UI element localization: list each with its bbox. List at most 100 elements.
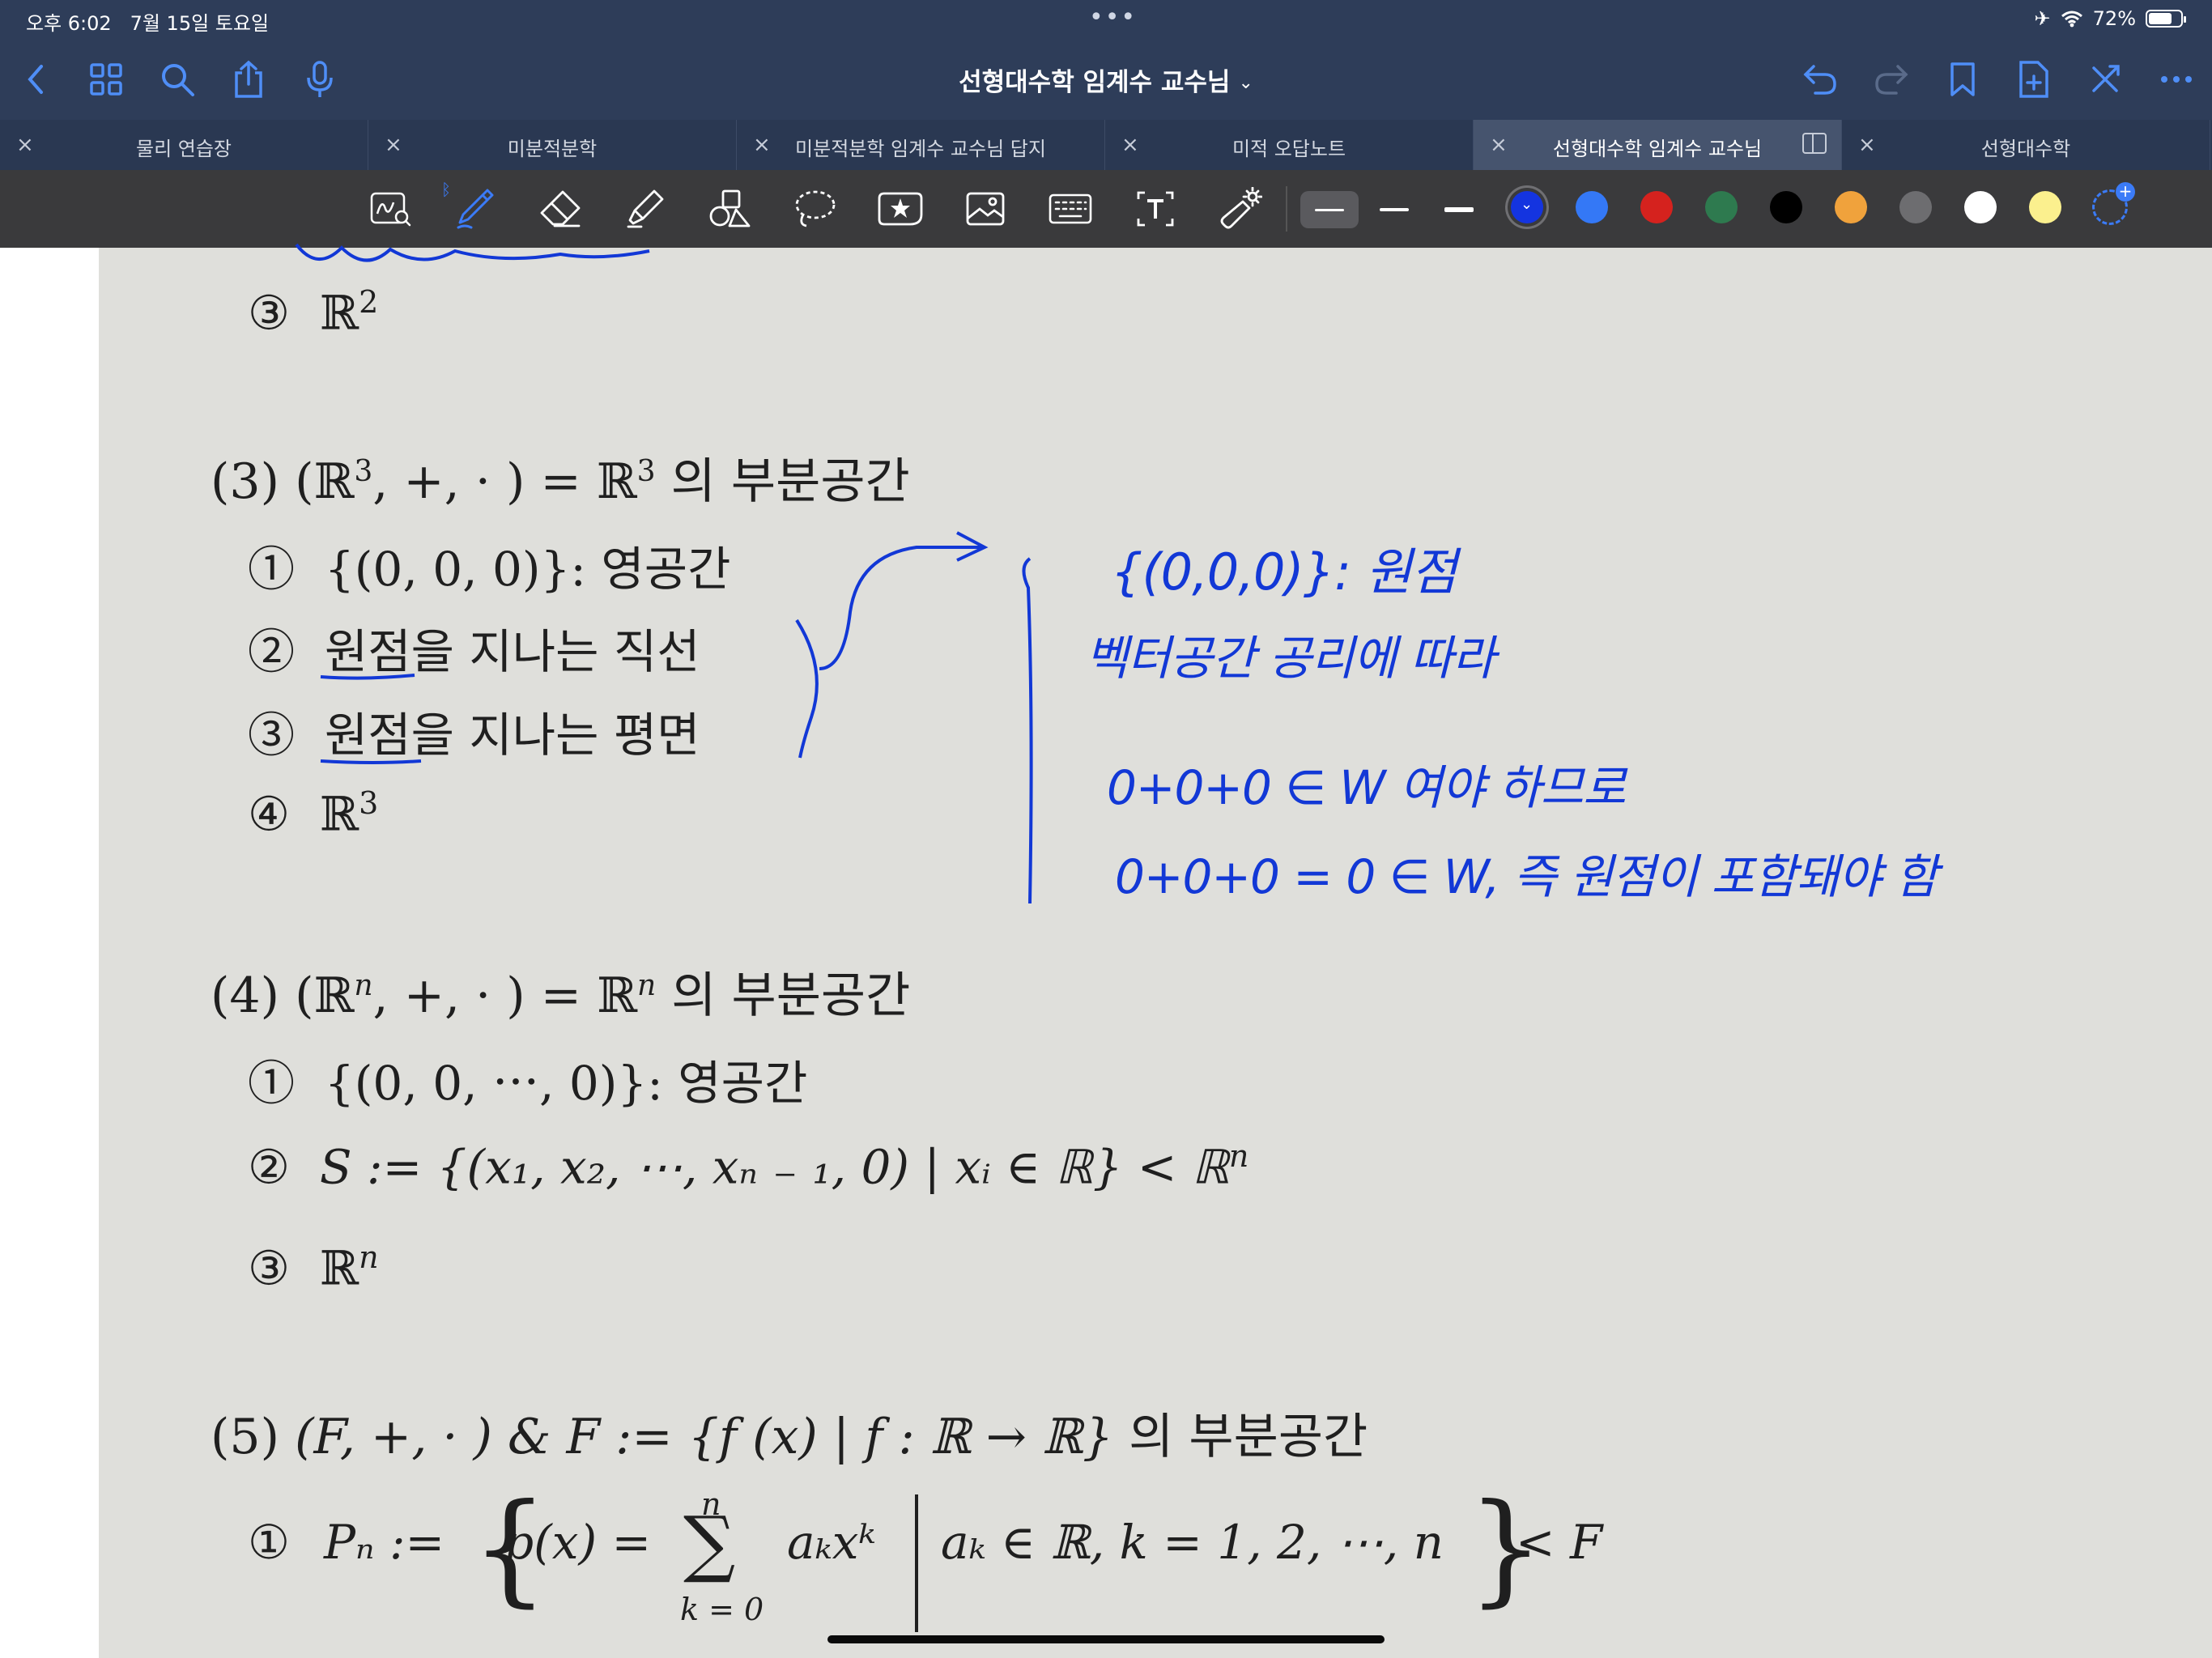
toolbar-divider <box>1286 186 1287 232</box>
battery-percent: 72% <box>2092 7 2136 30</box>
handwriting-underline <box>320 674 415 680</box>
item-number: ④ <box>248 786 290 842</box>
tab-label: 미적 오답노트 <box>1231 138 1346 160</box>
lasso-tool-icon[interactable] <box>791 185 840 233</box>
shape-tool-icon[interactable] <box>706 185 755 233</box>
document-title-button[interactable]: 선형대수학 임계수 교수님 ⌄ <box>959 68 1253 97</box>
section-3-item-3: ③ 원점을 지나는 평면 <box>248 697 700 765</box>
handwriting-note-1: {(0,0,0)}: 원점 <box>1111 542 1457 602</box>
sum-lower-limit: k = 0 <box>680 1592 764 1627</box>
stroke-thick-button[interactable] <box>1430 191 1488 228</box>
text-tool-icon[interactable] <box>1131 185 1180 233</box>
eraser-tool-icon[interactable] <box>536 185 585 233</box>
add-page-icon[interactable] <box>2011 57 2057 102</box>
section-expression: (ℝ <box>295 453 355 510</box>
handwriting-stroke <box>295 243 650 262</box>
bluetooth-icon: ᛒ <box>441 180 451 199</box>
highlighter-tool-icon[interactable] <box>621 185 670 233</box>
color-swatch[interactable] <box>1770 191 1802 223</box>
tab-calculus-wrong-notes[interactable]: × 미적 오답노트 <box>1105 120 1474 170</box>
tab-linear-algebra-professor[interactable]: × 선형대수학 임계수 교수님 <box>1474 120 1842 170</box>
tab-close-icon[interactable]: × <box>1858 133 1876 157</box>
section-3-item-2: ② 원점을 지나는 직선 <box>248 614 700 682</box>
drawing-toolbar: ᛒ <box>0 170 2212 248</box>
bookmark-icon[interactable] <box>1940 57 1985 102</box>
item-number: ③ <box>248 1240 290 1296</box>
tab-close-icon[interactable]: × <box>1490 133 1508 157</box>
chevron-down-icon: ⌄ <box>1238 73 1253 93</box>
image-tool-icon[interactable] <box>961 185 1010 233</box>
color-swatch[interactable] <box>1576 191 1608 223</box>
section-number: (4) <box>211 967 279 1024</box>
item-text: ℝ <box>319 1240 359 1296</box>
handwriting-note-4: 0+0+0 = 0 ∈ W, 즉 원점이 포함돼야 함 <box>1115 849 1938 904</box>
section-3-item-4: ④ ℝ3 <box>248 785 378 841</box>
microphone-icon[interactable] <box>297 57 342 102</box>
status-bar: 오후 6:02 7월 15일 토요일 ••• ✈ 72% <box>0 0 2212 39</box>
tab-close-icon[interactable]: × <box>16 133 34 157</box>
plus-icon: + <box>2116 182 2135 202</box>
color-swatch[interactable] <box>1964 191 1997 223</box>
subspace-relation: < F <box>1516 1515 1603 1570</box>
undo-icon[interactable] <box>1797 57 1843 102</box>
tab-close-icon[interactable]: × <box>1121 133 1139 157</box>
coefficient-condition: aₖ ∈ ℝ, k = 1, 2, ⋯, n <box>941 1515 1444 1570</box>
home-indicator[interactable] <box>827 1635 1385 1643</box>
section-4-heading: (4) (ℝn, +, · ) = ℝn 의 부분공간 <box>211 956 910 1027</box>
add-color-button[interactable]: + <box>2092 182 2135 225</box>
section-number: (5) <box>211 1409 279 1465</box>
note-page[interactable]: ③ ℝ2 (3) (ℝ3, +, · ) = ℝ3 의 부분공간 ① {(0, … <box>99 243 2212 1658</box>
sticker-tool-icon[interactable] <box>876 185 925 233</box>
item-number: ② <box>248 1139 290 1195</box>
share-icon[interactable] <box>226 57 271 102</box>
item-text: S := {(x₁, x₂, ⋯, xₙ ₋ ₁, 0) | xᵢ ∈ ℝ} <… <box>319 1139 1229 1195</box>
status-time: 오후 6:02 7월 15일 토요일 <box>26 7 269 36</box>
section-4-item-2: ② S := {(x₁, x₂, ⋯, xₙ ₋ ₁, 0) | xᵢ ∈ ℝ}… <box>248 1138 1249 1194</box>
tab-close-icon[interactable]: × <box>753 133 771 157</box>
set-divider <box>915 1494 918 1632</box>
tab-label: 선형대수학 <box>1980 138 2071 160</box>
status-indicators: ✈ 72% <box>2034 7 2186 30</box>
date-text: 7월 15일 토요일 <box>130 12 270 35</box>
color-swatch[interactable] <box>1705 191 1738 223</box>
item-text: ℝ <box>319 285 359 341</box>
split-view-icon[interactable] <box>1802 133 1827 154</box>
tab-calculus[interactable]: × 미분적분학 <box>368 120 737 170</box>
color-swatch[interactable] <box>2029 191 2061 223</box>
tab-label: 선형대수학 임계수 교수님 <box>1552 138 1763 160</box>
battery-icon <box>2146 10 2186 28</box>
more-options-icon[interactable] <box>2154 57 2199 102</box>
section-tail: 의 부분공간 <box>670 453 910 510</box>
color-swatch[interactable] <box>1835 191 1867 223</box>
pen-tool-icon[interactable] <box>451 185 500 233</box>
tab-linear-algebra[interactable]: × 선형대수학 <box>1842 120 2210 170</box>
tab-close-icon[interactable]: × <box>385 133 402 157</box>
selected-check-icon: ⌄ <box>1521 196 1534 213</box>
item-number: ② <box>248 624 296 679</box>
stroke-thin-button[interactable] <box>1300 191 1359 228</box>
laser-pointer-icon[interactable] <box>1216 185 1265 233</box>
section-5-heading: (5) (F, +, · ) & F := {f (x) | f : ℝ → ℝ… <box>211 1397 1368 1468</box>
section-4-item-1: ① {(0, 0, ⋯, 0)}: 영공간 <box>248 1045 807 1113</box>
keyboard-tool-icon[interactable] <box>1046 185 1095 233</box>
back-chevron-icon[interactable] <box>13 57 58 102</box>
color-swatch[interactable]: ⌄ <box>1511 191 1543 223</box>
note-canvas[interactable]: ③ ℝ2 (3) (ℝ3, +, · ) = ℝ3 의 부분공간 ① {(0, … <box>0 243 2212 1658</box>
multitask-dots-icon[interactable]: ••• <box>1089 3 1137 32</box>
search-icon[interactable] <box>155 57 200 102</box>
wifi-icon <box>2061 11 2082 28</box>
tab-calculus-answers[interactable]: × 미분적분학 임계수 교수님 답지 <box>737 120 1105 170</box>
handwriting-search-icon[interactable] <box>366 185 415 233</box>
redo-icon[interactable] <box>1869 57 1914 102</box>
section-expression: (F, +, · ) & F := {f (x) | f : ℝ → ℝ} <box>295 1409 1114 1465</box>
airplane-icon: ✈ <box>2034 7 2051 30</box>
tab-physics-practice[interactable]: × 물리 연습장 <box>0 120 368 170</box>
section-expression: (ℝ <box>295 967 355 1024</box>
tab-label: 미분적분학 임계수 교수님 답지 <box>795 138 1046 160</box>
stroke-medium-button[interactable] <box>1365 191 1423 228</box>
close-pen-icon[interactable] <box>2082 57 2128 102</box>
color-swatch[interactable] <box>1640 191 1673 223</box>
color-swatch[interactable] <box>1899 191 1932 223</box>
grid-view-icon[interactable] <box>83 57 129 102</box>
item-superscript: 3 <box>359 785 379 821</box>
